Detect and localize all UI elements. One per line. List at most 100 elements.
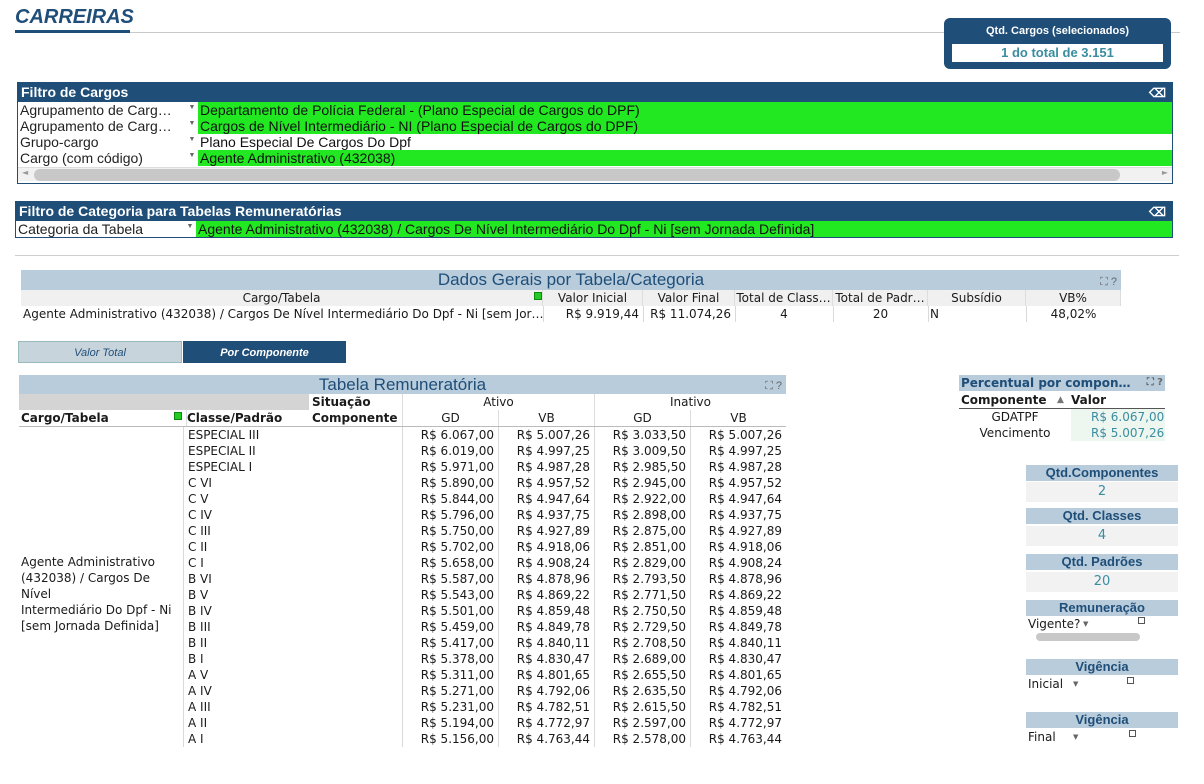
dados-gerais-title: Dados Gerais por Tabela/Categoria ⛶ ?	[21, 270, 1121, 290]
inativo-gd-cell: R$ 2.771,50	[612, 588, 686, 602]
col-total-classes[interactable]: Total de Class…	[735, 290, 833, 306]
inativo-gd-cell: R$ 2.922,00	[612, 492, 686, 506]
scrollbar-thumb[interactable]	[34, 169, 1120, 181]
header-inativo-vb[interactable]: VB	[690, 410, 786, 426]
vigencia-final-checkbox[interactable]	[1129, 730, 1136, 737]
filter-label-agrupamento-2[interactable]: Agrupamento de Carg…	[18, 118, 198, 134]
header-classe-padrao[interactable]: Classe/Padrão	[186, 410, 310, 426]
filter-value-agrupamento-2[interactable]: Cargos de Nível Intermediário - NI (Plan…	[198, 118, 1172, 134]
filter-value-grupo-cargo[interactable]: Plano Especial De Cargos Do Dpf	[198, 134, 1172, 150]
ativo-gd-cell: R$ 5.543,00	[420, 588, 494, 602]
classe-padrao-cell: C II	[188, 540, 208, 554]
col-subsidio[interactable]: Subsídio	[928, 290, 1026, 306]
remuneracao-field[interactable]: Vigente?	[1028, 616, 1088, 632]
filter-label-cargo[interactable]: Cargo (com código)	[18, 150, 198, 166]
export-help-icons[interactable]: ⛶ ?	[1147, 375, 1163, 391]
percentual-title-text: Percentual por compon…	[961, 376, 1131, 390]
ativo-gd-cell: R$ 5.378,00	[420, 652, 494, 666]
col-valor-inicial[interactable]: Valor Inicial	[543, 290, 643, 306]
qtd-padroes-value: 20	[1026, 572, 1178, 592]
chevron-down-icon[interactable]: ▼	[187, 150, 197, 166]
ativo-gd-cell: R$ 5.750,00	[420, 524, 494, 538]
page-title: CARREIRAS	[15, 6, 134, 28]
classe-padrao-cell: ESPECIAL II	[188, 444, 256, 458]
qtd-componentes-label: Qtd.Componentes	[1026, 465, 1178, 481]
chevron-down-icon[interactable]: ▼	[1073, 676, 1078, 692]
col-vb-pct[interactable]: VB%	[1026, 290, 1121, 306]
ativo-vb-cell: R$ 4.918,06	[516, 540, 590, 554]
col-componente[interactable]: Componente	[961, 392, 1061, 408]
inativo-vb-cell: R$ 4.918,06	[708, 540, 782, 554]
ativo-vb-cell: R$ 4.957,52	[516, 476, 590, 490]
sort-icon[interactable]: ▲	[1057, 392, 1069, 408]
percentual-table: Percentual por compon… ⛶ ? Componente ▲ …	[959, 375, 1165, 441]
filtro-categoria-panel: Filtro de Categoria para Tabelas Remuner…	[15, 201, 1173, 238]
eraser-icon[interactable]: ⌫	[1149, 203, 1166, 222]
header-ativo[interactable]: Ativo	[402, 394, 594, 410]
eraser-icon[interactable]: ⌫	[1149, 84, 1166, 103]
ativo-gd-cell: R$ 6.019,00	[420, 444, 494, 458]
export-help-icons[interactable]: ⛶ ?	[1100, 272, 1117, 292]
filter-label-grupo-cargo[interactable]: Grupo-cargo	[18, 134, 198, 150]
inativo-gd-cell: R$ 2.829,00	[612, 556, 686, 570]
scroll-left-icon[interactable]: ◄	[22, 168, 28, 177]
header-cargo-tabela[interactable]: Cargo/Tabela	[21, 410, 181, 426]
header-ativo-vb[interactable]: VB	[498, 410, 594, 426]
classe-padrao-cell: B I	[188, 652, 204, 666]
inativo-gd-cell: R$ 3.009,50	[612, 444, 686, 458]
filter-value-categoria[interactable]: Agente Administrativo (432038) / Cargos …	[196, 221, 1172, 237]
vigencia-final-field[interactable]: Final	[1028, 729, 1078, 745]
inativo-vb-cell: R$ 4.772,97	[708, 716, 782, 730]
vigencia-inicial-label: Vigência	[1026, 659, 1178, 675]
header-inativo[interactable]: Inativo	[594, 394, 786, 410]
classe-padrao-cell: B III	[188, 620, 211, 634]
chevron-down-icon[interactable]: ▼	[1073, 729, 1078, 745]
cargo-text-line: Agente Administrativo	[21, 555, 156, 569]
col-valor-final[interactable]: Valor Final	[643, 290, 735, 306]
cell-divider	[1026, 306, 1027, 322]
chevron-down-icon[interactable]: ▼	[187, 118, 197, 134]
inativo-vb-cell: R$ 4.830,47	[708, 652, 782, 666]
header-inativo-gd[interactable]: GD	[594, 410, 690, 426]
inativo-gd-cell: R$ 2.655,50	[612, 668, 686, 682]
cell-divider	[643, 306, 644, 322]
inativo-gd-cell: R$ 2.945,00	[612, 476, 686, 490]
inativo-gd-cell: R$ 2.635,50	[612, 684, 686, 698]
col-total-padroes[interactable]: Total de Padr…	[833, 290, 928, 306]
cell-total-padroes: 20	[872, 307, 889, 321]
tab-por-componente[interactable]: Por Componente	[183, 341, 346, 363]
ativo-gd-cell: R$ 5.271,00	[420, 684, 494, 698]
filter-label-agrupamento-1[interactable]: Agrupamento de Carg…	[18, 102, 198, 118]
inativo-gd-cell: R$ 2.578,00	[612, 732, 686, 746]
scroll-right-icon[interactable]: ►	[1162, 168, 1168, 177]
filter-value-cargo[interactable]: Agente Administrativo (432038)	[198, 150, 1172, 166]
tab-valor-total[interactable]: Valor Total	[18, 341, 182, 363]
chevron-down-icon[interactable]: ▼	[187, 134, 197, 150]
ativo-vb-cell: R$ 4.830,47	[516, 652, 590, 666]
ativo-gd-cell: R$ 6.067,00	[420, 428, 494, 442]
tabela-title: Tabela Remuneratória ⛶ ?	[19, 375, 786, 394]
pivot-corner	[19, 394, 309, 410]
cell-total-classes: 4	[780, 307, 788, 321]
horizontal-scrollbar[interactable]: ◄ ►	[18, 167, 1172, 181]
ativo-gd-cell: R$ 5.587,00	[420, 572, 494, 586]
inativo-vb-cell: R$ 4.947,64	[708, 492, 782, 506]
remuneracao-checkbox[interactable]	[1138, 617, 1145, 624]
col-valor[interactable]: Valor	[1071, 392, 1161, 408]
tabela-title-text: Tabela Remuneratória	[318, 375, 487, 394]
filter-label-categoria[interactable]: Categoria da Tabela	[16, 221, 196, 237]
cargo-tabela-cell: Agente Administrativo (432038) / Cargos …	[21, 554, 183, 634]
cell-valor-inicial: R$ 9.919,44	[565, 307, 639, 321]
chevron-down-icon[interactable]: ▼	[185, 221, 195, 237]
remuneracao-scrollbar[interactable]	[1036, 633, 1140, 641]
cell-divider	[928, 306, 929, 322]
filter-value-agrupamento-1[interactable]: Departamento de Polícia Federal - (Plano…	[198, 102, 1172, 118]
chevron-down-icon[interactable]: ▼	[1083, 616, 1088, 632]
vigencia-inicial-field[interactable]: Inicial	[1028, 676, 1078, 692]
chevron-down-icon[interactable]: ▼	[187, 102, 197, 118]
percentual-row-valor: R$ 6.067,00	[1071, 409, 1165, 425]
col-cargo-tabela[interactable]: Cargo/Tabela	[21, 290, 543, 306]
header-ativo-gd[interactable]: GD	[402, 410, 498, 426]
remuneracao-label: Remuneração	[1026, 600, 1178, 616]
vigencia-inicial-checkbox[interactable]	[1127, 677, 1134, 684]
